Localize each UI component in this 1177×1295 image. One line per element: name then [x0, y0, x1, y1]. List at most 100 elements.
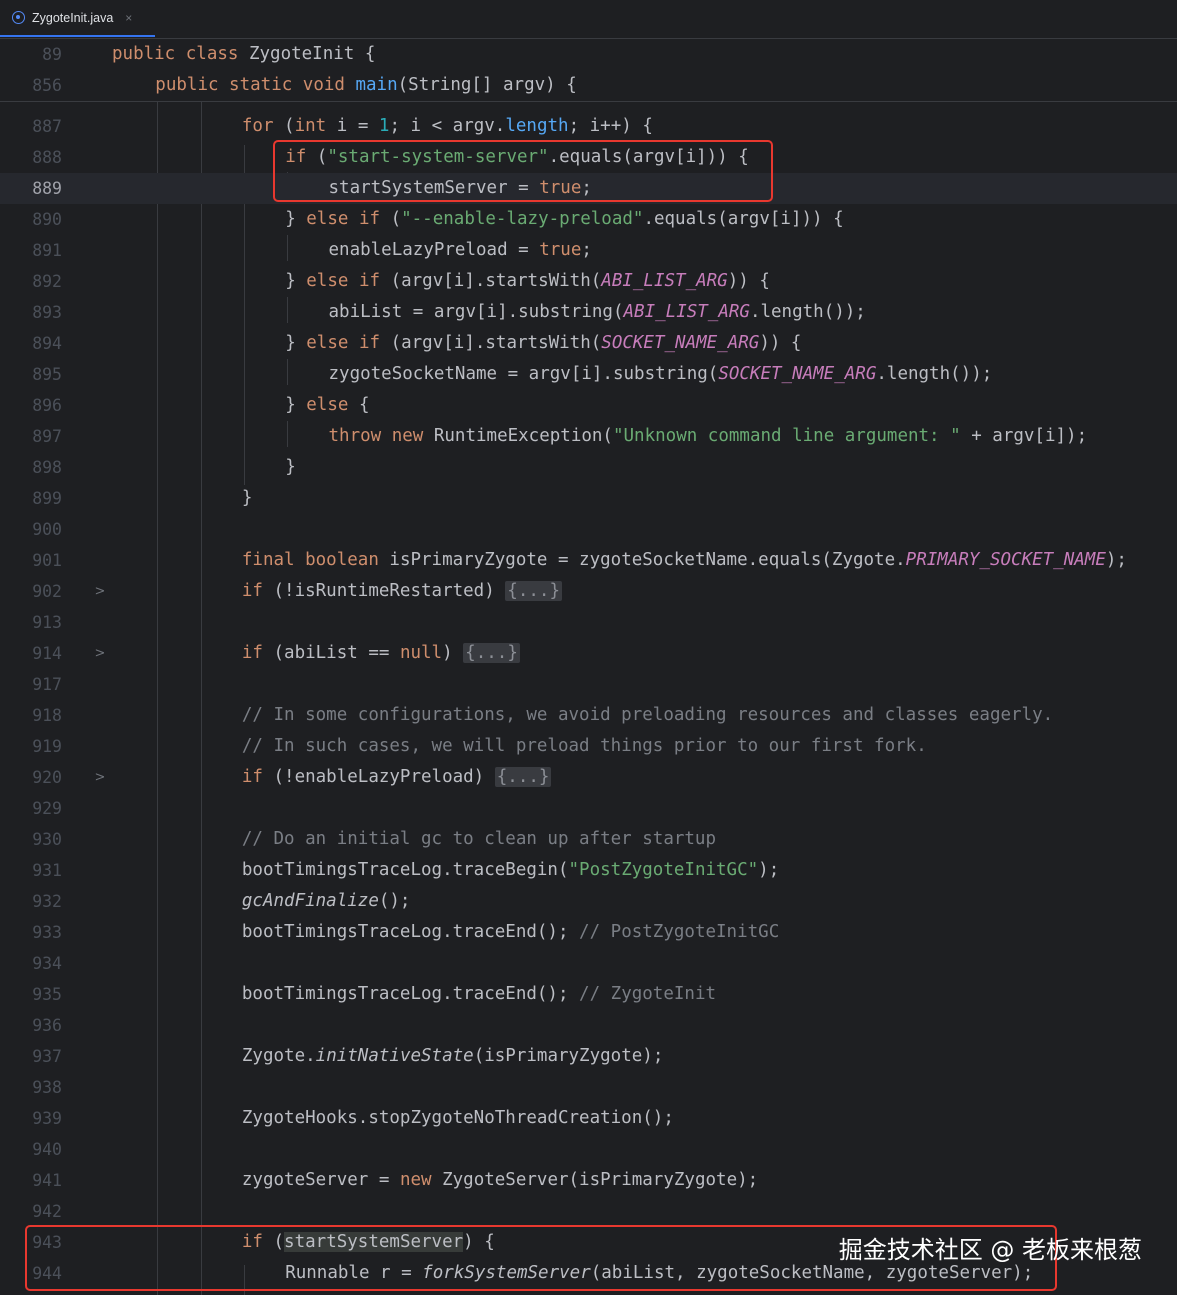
code-line[interactable]: 937 Zygote.initNativeState(isPrimaryZygot… — [0, 1041, 1177, 1072]
code-line[interactable]: 936 — [0, 1010, 1177, 1041]
line-number[interactable]: 933 — [0, 917, 62, 948]
code-line[interactable]: 898} — [0, 452, 1177, 483]
code-line[interactable]: 896 } else { — [0, 390, 1177, 421]
line-number[interactable]: 920 — [0, 762, 62, 793]
code-line[interactable]: 900 — [0, 514, 1177, 545]
line-number[interactable]: 913 — [0, 607, 62, 638]
code-line[interactable]: 935 bootTimingsTraceLog.traceEnd(); // Zy… — [0, 979, 1177, 1010]
code-text[interactable]: zygoteSocketName = argv[i].substring(SOC… — [329, 359, 993, 390]
code-line[interactable]: 89 public class ZygoteInit { — [0, 39, 1177, 70]
code-text[interactable]: gcAndFinalize(); — [242, 886, 411, 917]
code-text[interactable]: if (!enableLazyPreload) {...} — [242, 762, 552, 793]
code-text[interactable]: } else if (argv[i].startsWith(ABI_LIST_A… — [285, 266, 770, 297]
line-number[interactable]: 890 — [0, 204, 62, 235]
line-number[interactable]: 888 — [0, 142, 62, 173]
code-line[interactable]: 939 ZygoteHooks.stopZygoteNoThreadCreatio… — [0, 1103, 1177, 1134]
code-text[interactable]: } else if (argv[i].startsWith(SOCKET_NAM… — [285, 328, 801, 359]
code-line[interactable]: 895 zygoteSocketName = argv[i].substring(… — [0, 359, 1177, 390]
code-text[interactable]: bootTimingsTraceLog.traceEnd(); // PostZ… — [242, 917, 779, 948]
code-line[interactable]: 918 // In some configurations, we avoid p… — [0, 700, 1177, 731]
line-number[interactable]: 935 — [0, 979, 62, 1010]
line-number[interactable]: 930 — [0, 824, 62, 855]
code-editor[interactable]: 887 for (int i = 1; i < argv.length; i++)… — [0, 39, 1177, 1295]
code-text[interactable]: if (!isRuntimeRestarted) {...} — [242, 576, 562, 607]
line-number[interactable]: 896 — [0, 390, 62, 421]
line-number[interactable]: 918 — [0, 700, 62, 731]
code-line[interactable]: 930 // Do an initial gc to clean up after… — [0, 824, 1177, 855]
code-line[interactable]: 902 > if (!isRuntimeRestarted) {...} — [0, 576, 1177, 607]
code-line[interactable]: 913 — [0, 607, 1177, 638]
code-text[interactable]: public static void main(String[] argv) { — [155, 70, 576, 101]
code-line[interactable]: 887 for (int i = 1; i < argv.length; i++)… — [0, 111, 1177, 142]
code-text[interactable]: enableLazyPreload = true; — [329, 235, 592, 266]
code-line[interactable]: 933 bootTimingsTraceLog.traceEnd(); // Po… — [0, 917, 1177, 948]
line-number[interactable]: 941 — [0, 1165, 62, 1196]
code-line[interactable]: 891 enableLazyPreload = true; — [0, 235, 1177, 266]
code-line[interactable]: 934 — [0, 948, 1177, 979]
line-number[interactable]: 940 — [0, 1134, 62, 1165]
code-text[interactable]: } else { — [285, 390, 369, 421]
code-text[interactable]: throw new RuntimeException("Unknown comm… — [329, 421, 1088, 452]
code-text[interactable]: ZygoteHooks.stopZygoteNoThreadCreation()… — [242, 1103, 674, 1134]
line-number[interactable]: 89 — [0, 39, 62, 70]
line-number[interactable]: 901 — [0, 545, 62, 576]
line-number[interactable]: 889 — [0, 173, 62, 204]
line-number[interactable]: 900 — [0, 514, 62, 545]
line-number[interactable]: 919 — [0, 731, 62, 762]
line-number[interactable]: 894 — [0, 328, 62, 359]
code-text[interactable]: Zygote.initNativeState(isPrimaryZygote); — [242, 1041, 663, 1072]
line-number[interactable]: 937 — [0, 1041, 62, 1072]
tab-zygoteinit[interactable]: ZygoteInit.java × — [0, 0, 155, 37]
code-line[interactable]: 929 — [0, 793, 1177, 824]
line-number[interactable]: 936 — [0, 1010, 62, 1041]
code-text[interactable]: // In some configurations, we avoid prel… — [242, 700, 1053, 731]
code-text[interactable]: } — [242, 483, 253, 514]
code-line[interactable]: 856 public static void main(String[] argv… — [0, 70, 1177, 101]
fold-chevron-icon[interactable]: > — [94, 762, 106, 793]
code-text[interactable]: bootTimingsTraceLog.traceBegin("PostZygo… — [242, 855, 779, 886]
code-line[interactable]: 938 — [0, 1072, 1177, 1103]
line-number[interactable]: 893 — [0, 297, 62, 328]
code-text[interactable]: // Do an initial gc to clean up after st… — [242, 824, 716, 855]
line-number[interactable]: 931 — [0, 855, 62, 886]
fold-chevron-icon[interactable]: > — [94, 576, 106, 607]
code-line[interactable]: 914 > if (abiList == null) {...} — [0, 638, 1177, 669]
code-line[interactable]: 941 zygoteServer = new ZygoteServer(isPri… — [0, 1165, 1177, 1196]
close-icon[interactable]: × — [125, 11, 132, 25]
code-line[interactable]: 901 final boolean isPrimaryZygote = zygot… — [0, 545, 1177, 576]
code-text[interactable]: public class ZygoteInit { — [112, 39, 375, 70]
code-line[interactable]: 890} else if ("--enable-lazy-preload".eq… — [0, 204, 1177, 235]
code-line[interactable]: 917 — [0, 669, 1177, 700]
line-number[interactable]: 892 — [0, 266, 62, 297]
line-number[interactable]: 887 — [0, 111, 62, 142]
line-number[interactable]: 942 — [0, 1196, 62, 1227]
code-line[interactable]: 897 throw new RuntimeException("Unknown c… — [0, 421, 1177, 452]
line-number[interactable]: 897 — [0, 421, 62, 452]
line-number[interactable]: 938 — [0, 1072, 62, 1103]
folded-region[interactable]: {...} — [505, 581, 562, 601]
line-number[interactable]: 895 — [0, 359, 62, 390]
line-number[interactable]: 891 — [0, 235, 62, 266]
code-text[interactable]: // In such cases, we will preload things… — [242, 731, 927, 762]
code-line[interactable]: 919 // In such cases, we will preload thi… — [0, 731, 1177, 762]
code-line[interactable]: 940 — [0, 1134, 1177, 1165]
code-text[interactable]: } — [285, 452, 296, 483]
code-text[interactable]: bootTimingsTraceLog.traceEnd(); // Zygot… — [242, 979, 716, 1010]
code-line[interactable]: 899} — [0, 483, 1177, 514]
code-line[interactable]: 894 } else if (argv[i].startsWith(SOCKET_… — [0, 328, 1177, 359]
code-line[interactable]: 920 > if (!enableLazyPreload) {...} — [0, 762, 1177, 793]
line-number[interactable]: 929 — [0, 793, 62, 824]
line-number[interactable]: 934 — [0, 948, 62, 979]
line-number[interactable]: 917 — [0, 669, 62, 700]
folded-region[interactable]: {...} — [494, 767, 552, 787]
line-number[interactable]: 898 — [0, 452, 62, 483]
code-text[interactable]: if (abiList == null) {...} — [242, 638, 520, 669]
code-line[interactable]: 942 — [0, 1196, 1177, 1227]
line-number[interactable]: 932 — [0, 886, 62, 917]
code-text[interactable]: zygoteServer = new ZygoteServer(isPrimar… — [242, 1165, 758, 1196]
line-number[interactable]: 899 — [0, 483, 62, 514]
folded-region[interactable]: {...} — [463, 643, 520, 663]
line-number[interactable]: 856 — [0, 70, 62, 101]
code-line[interactable]: 931 bootTimingsTraceLog.traceBegin("PostZ… — [0, 855, 1177, 886]
code-line[interactable]: 893 abiList = argv[i].substring(ABI_LIST_… — [0, 297, 1177, 328]
